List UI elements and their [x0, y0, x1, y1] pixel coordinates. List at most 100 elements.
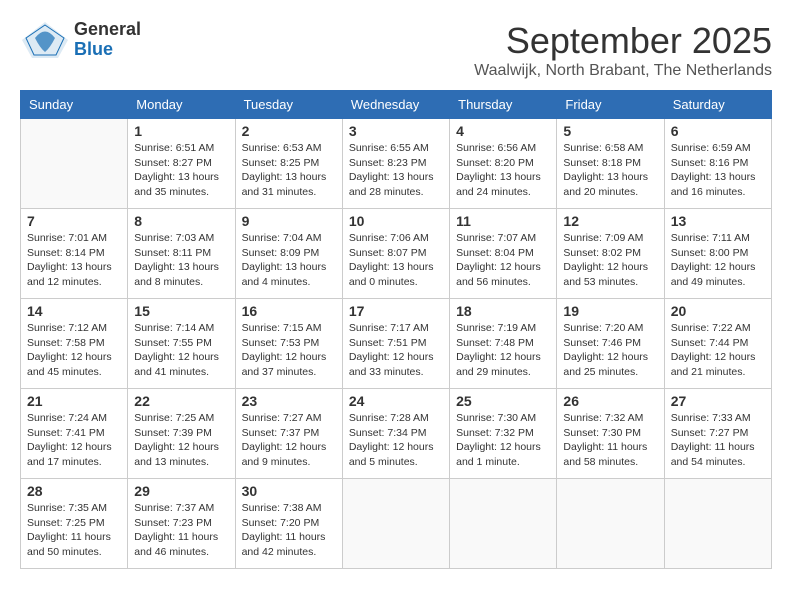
calendar-cell: 16Sunrise: 7:15 AM Sunset: 7:53 PM Dayli…	[235, 299, 342, 389]
calendar-cell: 19Sunrise: 7:20 AM Sunset: 7:46 PM Dayli…	[557, 299, 664, 389]
logo-blue-text: Blue	[74, 40, 141, 60]
calendar-cell: 21 Sunrise: 7:24 AM Sunset: 7:41 PM Dayli…	[21, 389, 128, 479]
day-number: 20	[671, 303, 765, 319]
day-info: Sunrise: 7:35 AM Sunset: 7:25 PM Dayligh…	[27, 501, 121, 560]
day-info: Sunrise: 7:07 AM Sunset: 8:04 PM Dayligh…	[456, 231, 550, 290]
calendar-cell: 8 Sunrise: 7:03 AM Sunset: 8:11 PM Daylig…	[128, 209, 235, 299]
calendar-cell: 14 Sunrise: 7:12 AM Sunset: 7:58 PM Dayli…	[21, 299, 128, 389]
day-number: 14	[27, 303, 121, 319]
day-info: Sunrise: 7:33 AM Sunset: 7:27 PM Dayligh…	[671, 411, 765, 470]
day-info: Sunrise: 7:25 AM Sunset: 7:39 PM Dayligh…	[134, 411, 228, 470]
day-number: 18	[456, 303, 550, 319]
day-number: 11	[456, 213, 550, 229]
month-title: September 2025	[474, 20, 772, 62]
day-info: Sunrise: 7:14 AM Sunset: 7:55 PM Dayligh…	[134, 321, 228, 380]
weekday-header-thursday: Thursday	[450, 91, 557, 119]
calendar-cell: 11 Sunrise: 7:07 AM Sunset: 8:04 PM Dayli…	[450, 209, 557, 299]
week-row-2: 7Sunrise: 7:01 AM Sunset: 8:14 PM Daylig…	[21, 209, 772, 299]
week-row-4: 21 Sunrise: 7:24 AM Sunset: 7:41 PM Dayli…	[21, 389, 772, 479]
day-number: 26	[563, 393, 657, 409]
day-info: Sunrise: 7:38 AM Sunset: 7:20 PM Dayligh…	[242, 501, 336, 560]
calendar-cell: 17 Sunrise: 7:17 AM Sunset: 7:51 PM Dayli…	[342, 299, 449, 389]
calendar-cell: 2 Sunrise: 6:53 AM Sunset: 8:25 PM Daylig…	[235, 119, 342, 209]
day-info: Sunrise: 7:03 AM Sunset: 8:11 PM Dayligh…	[134, 231, 228, 290]
day-info: Sunrise: 7:19 AM Sunset: 7:48 PM Dayligh…	[456, 321, 550, 380]
day-number: 21	[27, 393, 121, 409]
calendar-cell: 22 Sunrise: 7:25 AM Sunset: 7:39 PM Dayli…	[128, 389, 235, 479]
weekday-header-monday: Monday	[128, 91, 235, 119]
calendar-cell	[664, 479, 771, 569]
day-number: 15	[134, 303, 228, 319]
title-block: September 2025 Waalwijk, North Brabant, …	[474, 20, 772, 80]
calendar-cell: 1 Sunrise: 6:51 AM Sunset: 8:27 PM Daylig…	[128, 119, 235, 209]
day-info: Sunrise: 7:37 AM Sunset: 7:23 PM Dayligh…	[134, 501, 228, 560]
logo: General Blue	[20, 20, 141, 60]
calendar-cell: 13 Sunrise: 7:11 AM Sunset: 8:00 PM Dayli…	[664, 209, 771, 299]
calendar-cell: 30 Sunrise: 7:38 AM Sunset: 7:20 PM Dayli…	[235, 479, 342, 569]
day-info: Sunrise: 7:24 AM Sunset: 7:41 PM Dayligh…	[27, 411, 121, 470]
calendar-cell: 3Sunrise: 6:55 AM Sunset: 8:23 PM Daylig…	[342, 119, 449, 209]
day-info: Sunrise: 6:59 AM Sunset: 8:16 PM Dayligh…	[671, 141, 765, 200]
day-info: Sunrise: 7:30 AM Sunset: 7:32 PM Dayligh…	[456, 411, 550, 470]
day-info: Sunrise: 6:55 AM Sunset: 8:23 PM Dayligh…	[349, 141, 443, 200]
day-number: 22	[134, 393, 228, 409]
day-number: 17	[349, 303, 443, 319]
day-info: Sunrise: 6:51 AM Sunset: 8:27 PM Dayligh…	[134, 141, 228, 200]
day-info: Sunrise: 7:12 AM Sunset: 7:58 PM Dayligh…	[27, 321, 121, 380]
day-number: 24	[349, 393, 443, 409]
day-info: Sunrise: 7:27 AM Sunset: 7:37 PM Dayligh…	[242, 411, 336, 470]
calendar-cell: 9 Sunrise: 7:04 AM Sunset: 8:09 PM Daylig…	[235, 209, 342, 299]
calendar-cell: 4Sunrise: 6:56 AM Sunset: 8:20 PM Daylig…	[450, 119, 557, 209]
day-info: Sunrise: 7:11 AM Sunset: 8:00 PM Dayligh…	[671, 231, 765, 290]
week-row-5: 28 Sunrise: 7:35 AM Sunset: 7:25 PM Dayli…	[21, 479, 772, 569]
day-number: 1	[134, 123, 228, 139]
day-number: 13	[671, 213, 765, 229]
week-row-1: 1 Sunrise: 6:51 AM Sunset: 8:27 PM Daylig…	[21, 119, 772, 209]
day-number: 16	[242, 303, 336, 319]
day-number: 30	[242, 483, 336, 499]
calendar-table: SundayMondayTuesdayWednesdayThursdayFrid…	[20, 90, 772, 569]
weekday-header-row: SundayMondayTuesdayWednesdayThursdayFrid…	[21, 91, 772, 119]
day-info: Sunrise: 6:56 AM Sunset: 8:20 PM Dayligh…	[456, 141, 550, 200]
day-number: 7	[27, 213, 121, 229]
weekday-header-sunday: Sunday	[21, 91, 128, 119]
week-row-3: 14 Sunrise: 7:12 AM Sunset: 7:58 PM Dayli…	[21, 299, 772, 389]
day-info: Sunrise: 7:32 AM Sunset: 7:30 PM Dayligh…	[563, 411, 657, 470]
day-number: 10	[349, 213, 443, 229]
day-number: 12	[563, 213, 657, 229]
calendar-cell	[342, 479, 449, 569]
calendar-cell: 26 Sunrise: 7:32 AM Sunset: 7:30 PM Dayli…	[557, 389, 664, 479]
logo-icon	[20, 20, 70, 60]
day-number: 5	[563, 123, 657, 139]
day-number: 9	[242, 213, 336, 229]
logo-general-text: General	[74, 20, 141, 40]
calendar-cell: 20 Sunrise: 7:22 AM Sunset: 7:44 PM Dayli…	[664, 299, 771, 389]
page-header: General Blue September 2025 Waalwijk, No…	[20, 20, 772, 80]
calendar-cell: 15 Sunrise: 7:14 AM Sunset: 7:55 PM Dayli…	[128, 299, 235, 389]
weekday-header-wednesday: Wednesday	[342, 91, 449, 119]
day-number: 28	[27, 483, 121, 499]
calendar-cell	[450, 479, 557, 569]
calendar-cell: 24Sunrise: 7:28 AM Sunset: 7:34 PM Dayli…	[342, 389, 449, 479]
day-number: 19	[563, 303, 657, 319]
calendar-cell: 25 Sunrise: 7:30 AM Sunset: 7:32 PM Dayli…	[450, 389, 557, 479]
calendar-cell: 10Sunrise: 7:06 AM Sunset: 8:07 PM Dayli…	[342, 209, 449, 299]
weekday-header-friday: Friday	[557, 91, 664, 119]
day-number: 6	[671, 123, 765, 139]
day-number: 29	[134, 483, 228, 499]
weekday-header-tuesday: Tuesday	[235, 91, 342, 119]
calendar-cell: 12Sunrise: 7:09 AM Sunset: 8:02 PM Dayli…	[557, 209, 664, 299]
day-number: 25	[456, 393, 550, 409]
day-info: Sunrise: 7:22 AM Sunset: 7:44 PM Dayligh…	[671, 321, 765, 380]
calendar-cell	[21, 119, 128, 209]
day-number: 2	[242, 123, 336, 139]
day-number: 8	[134, 213, 228, 229]
calendar-cell: 23Sunrise: 7:27 AM Sunset: 7:37 PM Dayli…	[235, 389, 342, 479]
day-number: 27	[671, 393, 765, 409]
day-info: Sunrise: 6:53 AM Sunset: 8:25 PM Dayligh…	[242, 141, 336, 200]
day-info: Sunrise: 7:04 AM Sunset: 8:09 PM Dayligh…	[242, 231, 336, 290]
calendar-cell: 6 Sunrise: 6:59 AM Sunset: 8:16 PM Daylig…	[664, 119, 771, 209]
day-info: Sunrise: 7:17 AM Sunset: 7:51 PM Dayligh…	[349, 321, 443, 380]
calendar-cell: 27 Sunrise: 7:33 AM Sunset: 7:27 PM Dayli…	[664, 389, 771, 479]
calendar-cell: 7Sunrise: 7:01 AM Sunset: 8:14 PM Daylig…	[21, 209, 128, 299]
